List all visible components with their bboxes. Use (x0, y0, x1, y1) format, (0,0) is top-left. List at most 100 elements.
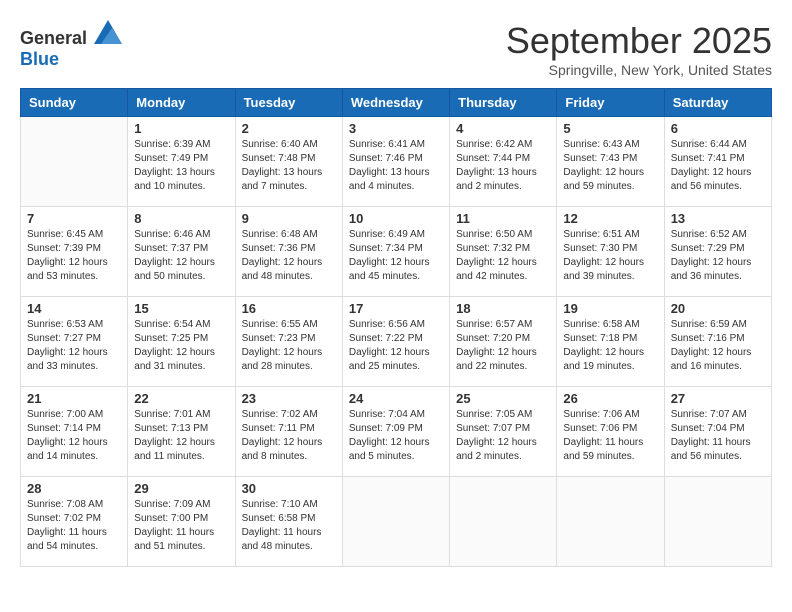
logo-icon (94, 20, 122, 44)
day-number: 29 (134, 481, 228, 496)
day-number: 19 (563, 301, 657, 316)
day-number: 23 (242, 391, 336, 406)
calendar-cell: 17 Sunrise: 6:56 AM Sunset: 7:22 PM Dayli… (342, 297, 449, 387)
day-info: Sunrise: 6:56 AM Sunset: 7:22 PM Dayligh… (349, 318, 443, 374)
day-number: 18 (456, 301, 550, 316)
day-number: 22 (134, 391, 228, 406)
calendar-cell (664, 477, 771, 567)
calendar-cell: 13 Sunrise: 6:52 AM Sunset: 7:29 PM Dayli… (664, 207, 771, 297)
calendar-cell: 14 Sunrise: 6:53 AM Sunset: 7:27 PM Dayli… (21, 297, 128, 387)
day-number: 11 (456, 211, 550, 226)
calendar-table: SundayMondayTuesdayWednesdayThursdayFrid… (20, 88, 772, 567)
day-info: Sunrise: 6:42 AM Sunset: 7:44 PM Dayligh… (456, 138, 550, 194)
calendar-cell: 5 Sunrise: 6:43 AM Sunset: 7:43 PM Daylig… (557, 117, 664, 207)
weekday-header-thursday: Thursday (450, 89, 557, 117)
day-info: Sunrise: 6:43 AM Sunset: 7:43 PM Dayligh… (563, 138, 657, 194)
page-header: General Blue September 2025 Springville,… (20, 20, 772, 78)
weekday-header-tuesday: Tuesday (235, 89, 342, 117)
day-number: 2 (242, 121, 336, 136)
day-number: 17 (349, 301, 443, 316)
month-title: September 2025 (506, 20, 772, 62)
day-info: Sunrise: 7:05 AM Sunset: 7:07 PM Dayligh… (456, 408, 550, 464)
day-number: 3 (349, 121, 443, 136)
week-row-2: 7Sunrise: 6:45 AM Sunset: 7:39 PM Daylig… (21, 207, 772, 297)
day-info: Sunrise: 6:41 AM Sunset: 7:46 PM Dayligh… (349, 138, 443, 194)
day-info: Sunrise: 6:49 AM Sunset: 7:34 PM Dayligh… (349, 228, 443, 284)
calendar-cell: 29 Sunrise: 7:09 AM Sunset: 7:00 PM Dayli… (128, 477, 235, 567)
calendar-cell: 10 Sunrise: 6:49 AM Sunset: 7:34 PM Dayli… (342, 207, 449, 297)
week-row-1: 1 Sunrise: 6:39 AM Sunset: 7:49 PM Daylig… (21, 117, 772, 207)
day-number: 16 (242, 301, 336, 316)
calendar-cell: 12Sunrise: 6:51 AM Sunset: 7:30 PM Dayli… (557, 207, 664, 297)
day-info: Sunrise: 6:55 AM Sunset: 7:23 PM Dayligh… (242, 318, 336, 374)
day-info: Sunrise: 6:48 AM Sunset: 7:36 PM Dayligh… (242, 228, 336, 284)
day-info: Sunrise: 7:06 AM Sunset: 7:06 PM Dayligh… (563, 408, 657, 464)
calendar-cell: 22 Sunrise: 7:01 AM Sunset: 7:13 PM Dayli… (128, 387, 235, 477)
calendar-cell: 2Sunrise: 6:40 AM Sunset: 7:48 PM Daylig… (235, 117, 342, 207)
day-number: 10 (349, 211, 443, 226)
day-info: Sunrise: 7:08 AM Sunset: 7:02 PM Dayligh… (27, 498, 121, 554)
day-info: Sunrise: 6:39 AM Sunset: 7:49 PM Dayligh… (134, 138, 228, 194)
calendar-cell: 1 Sunrise: 6:39 AM Sunset: 7:49 PM Daylig… (128, 117, 235, 207)
calendar-cell: 26 Sunrise: 7:06 AM Sunset: 7:06 PM Dayli… (557, 387, 664, 477)
day-info: Sunrise: 7:04 AM Sunset: 7:09 PM Dayligh… (349, 408, 443, 464)
day-number: 1 (134, 121, 228, 136)
day-info: Sunrise: 7:07 AM Sunset: 7:04 PM Dayligh… (671, 408, 765, 464)
day-info: Sunrise: 6:57 AM Sunset: 7:20 PM Dayligh… (456, 318, 550, 374)
day-number: 6 (671, 121, 765, 136)
day-info: Sunrise: 6:53 AM Sunset: 7:27 PM Dayligh… (27, 318, 121, 374)
calendar-cell: 30 Sunrise: 7:10 AM Sunset: 6:58 PM Dayli… (235, 477, 342, 567)
day-number: 27 (671, 391, 765, 406)
logo-general: General (20, 28, 87, 48)
logo: General Blue (20, 20, 122, 70)
day-number: 13 (671, 211, 765, 226)
day-info: Sunrise: 7:01 AM Sunset: 7:13 PM Dayligh… (134, 408, 228, 464)
calendar-cell: 19 Sunrise: 6:58 AM Sunset: 7:18 PM Dayli… (557, 297, 664, 387)
calendar-cell: 16 Sunrise: 6:55 AM Sunset: 7:23 PM Dayli… (235, 297, 342, 387)
week-row-4: 21 Sunrise: 7:00 AM Sunset: 7:14 PM Dayli… (21, 387, 772, 477)
week-row-3: 14 Sunrise: 6:53 AM Sunset: 7:27 PM Dayli… (21, 297, 772, 387)
day-number: 24 (349, 391, 443, 406)
day-info: Sunrise: 7:02 AM Sunset: 7:11 PM Dayligh… (242, 408, 336, 464)
day-number: 26 (563, 391, 657, 406)
day-info: Sunrise: 6:45 AM Sunset: 7:39 PM Dayligh… (27, 228, 121, 284)
calendar-cell: 8 Sunrise: 6:46 AM Sunset: 7:37 PM Daylig… (128, 207, 235, 297)
weekday-header-wednesday: Wednesday (342, 89, 449, 117)
day-number: 15 (134, 301, 228, 316)
day-number: 25 (456, 391, 550, 406)
day-number: 21 (27, 391, 121, 406)
weekday-header-sunday: Sunday (21, 89, 128, 117)
day-info: Sunrise: 6:46 AM Sunset: 7:37 PM Dayligh… (134, 228, 228, 284)
day-info: Sunrise: 6:59 AM Sunset: 7:16 PM Dayligh… (671, 318, 765, 374)
calendar-cell (450, 477, 557, 567)
calendar-cell: 28Sunrise: 7:08 AM Sunset: 7:02 PM Dayli… (21, 477, 128, 567)
day-number: 30 (242, 481, 336, 496)
calendar-cell: 3 Sunrise: 6:41 AM Sunset: 7:46 PM Daylig… (342, 117, 449, 207)
calendar-cell (21, 117, 128, 207)
calendar-cell: 20Sunrise: 6:59 AM Sunset: 7:16 PM Dayli… (664, 297, 771, 387)
weekday-header-friday: Friday (557, 89, 664, 117)
day-info: Sunrise: 6:52 AM Sunset: 7:29 PM Dayligh… (671, 228, 765, 284)
day-number: 5 (563, 121, 657, 136)
weekday-header-monday: Monday (128, 89, 235, 117)
day-number: 9 (242, 211, 336, 226)
calendar-cell (557, 477, 664, 567)
week-row-5: 28Sunrise: 7:08 AM Sunset: 7:02 PM Dayli… (21, 477, 772, 567)
day-number: 4 (456, 121, 550, 136)
day-info: Sunrise: 7:00 AM Sunset: 7:14 PM Dayligh… (27, 408, 121, 464)
day-info: Sunrise: 6:54 AM Sunset: 7:25 PM Dayligh… (134, 318, 228, 374)
location: Springville, New York, United States (506, 62, 772, 78)
day-info: Sunrise: 6:58 AM Sunset: 7:18 PM Dayligh… (563, 318, 657, 374)
day-number: 14 (27, 301, 121, 316)
calendar-cell: 4 Sunrise: 6:42 AM Sunset: 7:44 PM Daylig… (450, 117, 557, 207)
day-info: Sunrise: 7:09 AM Sunset: 7:00 PM Dayligh… (134, 498, 228, 554)
calendar-cell: 6Sunrise: 6:44 AM Sunset: 7:41 PM Daylig… (664, 117, 771, 207)
calendar-cell (342, 477, 449, 567)
day-number: 8 (134, 211, 228, 226)
day-info: Sunrise: 7:10 AM Sunset: 6:58 PM Dayligh… (242, 498, 336, 554)
calendar-cell: 24 Sunrise: 7:04 AM Sunset: 7:09 PM Dayli… (342, 387, 449, 477)
title-section: September 2025 Springville, New York, Un… (506, 20, 772, 78)
logo-blue: Blue (20, 49, 59, 69)
day-info: Sunrise: 6:50 AM Sunset: 7:32 PM Dayligh… (456, 228, 550, 284)
calendar-cell: 23 Sunrise: 7:02 AM Sunset: 7:11 PM Dayli… (235, 387, 342, 477)
